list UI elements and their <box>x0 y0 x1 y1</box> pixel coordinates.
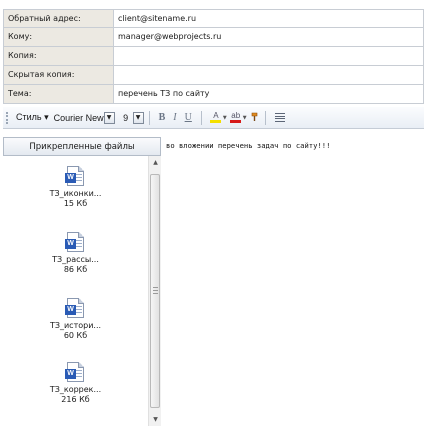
underline-button[interactable]: U <box>185 112 192 123</box>
font-dropdown-button[interactable]: ▼ <box>103 111 115 124</box>
bcc-field[interactable] <box>114 66 423 84</box>
dropdown-icon[interactable]: ▼ <box>223 115 227 121</box>
attachment-size: 216 Кб <box>61 395 90 404</box>
font-name-input[interactable]: Courier New <box>54 113 104 123</box>
attachment-item[interactable]: W ТЗ_иконки... 15 Кб <box>3 166 148 209</box>
attachment-item[interactable]: W ТЗ_коррек... 216 Кб <box>3 362 148 405</box>
from-field[interactable]: client@sitename.ru <box>114 10 423 27</box>
attachment-size: 15 Кб <box>63 199 88 208</box>
word-doc-icon: W <box>65 362 84 382</box>
attachment-name: ТЗ_иконки... <box>49 189 102 198</box>
italic-button[interactable]: I <box>173 112 176 123</box>
to-label: Кому: <box>4 28 114 46</box>
dropdown-icon[interactable]: ▼ <box>243 115 247 121</box>
cc-field[interactable] <box>114 47 423 65</box>
attachments-scrollbar[interactable]: ▲ ▼ <box>148 156 161 426</box>
message-body[interactable]: во вложении перечень задач по сайту!!! <box>166 141 330 150</box>
bold-button[interactable]: B <box>159 112 166 123</box>
from-row: Обратный адрес: client@sitename.ru <box>3 9 424 28</box>
scroll-up-icon[interactable]: ▲ <box>149 156 162 169</box>
align-left-icon[interactable] <box>274 113 285 122</box>
attachment-size: 86 Кб <box>63 265 88 274</box>
toolbar-divider <box>264 110 266 125</box>
font-color-icon[interactable]: ab <box>230 112 242 123</box>
attachment-size: 60 Кб <box>63 331 88 340</box>
subject-row: Тема: перечень ТЗ по сайту <box>3 85 424 104</box>
font-size-dropdown-button[interactable]: ▼ <box>132 111 144 124</box>
dropdown-icon: ▼ <box>106 114 112 121</box>
toolbar-divider <box>148 110 150 125</box>
to-field[interactable]: manager@webprojects.ru <box>114 28 423 46</box>
bcc-label: Скрытая копия: <box>4 66 114 84</box>
to-row: Кому: manager@webprojects.ru <box>3 28 424 47</box>
grip-icon[interactable] <box>6 111 12 124</box>
format-painter-icon[interactable] <box>250 112 260 124</box>
subject-label: Тема: <box>4 85 114 103</box>
font-size-input[interactable]: 9 <box>119 113 133 123</box>
cc-label: Копия: <box>4 47 114 65</box>
attachment-name: ТЗ_истори... <box>49 321 102 330</box>
bcc-row: Скрытая копия: <box>3 66 424 85</box>
subject-field[interactable]: перечень ТЗ по сайту <box>114 85 423 103</box>
word-doc-icon: W <box>65 166 84 186</box>
word-doc-icon: W <box>65 298 84 318</box>
toolbar-divider <box>200 110 202 125</box>
message-header-fields: Обратный адрес: client@sitename.ru Кому:… <box>3 9 424 104</box>
attachment-name: ТЗ_коррек... <box>49 385 102 394</box>
attachment-name: ТЗ_рассы... <box>52 255 99 264</box>
attachments-header[interactable]: Прикрепленные файлы <box>3 137 161 156</box>
word-doc-icon: W <box>65 232 84 252</box>
cc-row: Копия: <box>3 47 424 66</box>
from-label: Обратный адрес: <box>4 10 114 27</box>
formatting-toolbar: Стиль ▾ Courier New ▼ 9 ▼ B I U A ▼ ab ▼ <box>3 107 424 129</box>
scroll-down-icon[interactable]: ▼ <box>149 413 162 426</box>
attachments-panel: W ТЗ_иконки... 15 Кб W ТЗ_рассы... 86 Кб… <box>3 156 161 426</box>
attachment-item[interactable]: W ТЗ_рассы... 86 Кб <box>3 232 148 275</box>
attachment-item[interactable]: W ТЗ_истори... 60 Кб <box>3 298 148 341</box>
dropdown-icon: ▼ <box>135 114 141 121</box>
scrollbar-thumb[interactable] <box>150 174 160 408</box>
style-dropdown[interactable]: Стиль ▾ <box>16 112 49 123</box>
highlight-color-icon[interactable]: A <box>210 112 222 123</box>
